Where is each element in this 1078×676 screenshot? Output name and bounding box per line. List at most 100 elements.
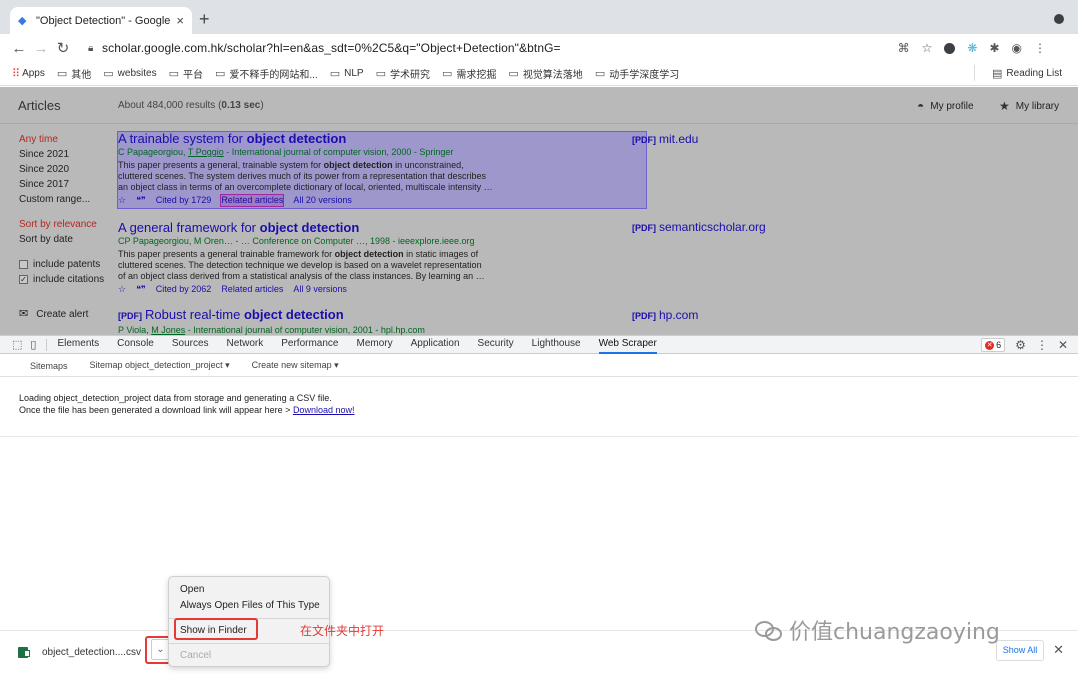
menu-open[interactable]: Open (169, 582, 329, 598)
result-actions: ☆ ❝❞ Cited by 1729 Related articles All … (118, 194, 638, 207)
bookmark-folder[interactable]: ▭ 需求挖掘 (442, 66, 496, 81)
close-shelf-icon[interactable]: ✕ (1053, 642, 1064, 658)
cite-quote-icon[interactable]: ❝❞ (136, 284, 146, 295)
bookmark-folder[interactable]: ▭ websites (103, 67, 156, 80)
download-item[interactable]: object_detection....csv (18, 641, 141, 663)
apps-grid-icon: ⠿ (12, 68, 20, 80)
menu-always-open[interactable]: Always Open Files of This Type (169, 598, 329, 614)
error-count-badge[interactable]: ✕ 6 (981, 338, 1006, 352)
related-articles-link[interactable]: Related articles (220, 194, 285, 207)
include-citations-row[interactable]: ✓ include citations (19, 272, 114, 287)
patents-checkbox[interactable] (19, 260, 28, 269)
include-patents-row[interactable]: include patents (19, 257, 114, 272)
new-tab-button[interactable]: + (199, 9, 210, 30)
browser-tab[interactable]: ◆ "Object Detection" - Google Sc × (10, 7, 192, 34)
folder-icon: ▭ (56, 68, 68, 80)
profile-avatar-icon[interactable]: ◉ (1012, 41, 1022, 55)
devtools-tab-sources[interactable]: Sources (172, 335, 209, 354)
extension-hex-icon[interactable]: ❋ (967, 41, 977, 55)
devtools-tab-web-scraper[interactable]: Web Scraper (598, 335, 657, 354)
url-text[interactable]: scholar.google.com.hk/scholar?hl=en&as_s… (102, 41, 561, 55)
filter-since-2020[interactable]: Since 2020 (19, 162, 114, 177)
translate-icon[interactable]: ⌘ (898, 41, 910, 55)
devtools-tab-network[interactable]: Network (227, 335, 264, 354)
versions-link[interactable]: All 9 versions (293, 284, 347, 295)
devtools-menu-icon[interactable]: ⋮ (1036, 338, 1048, 352)
devtools-tab-elements[interactable]: Elements (57, 335, 99, 354)
settings-gear-icon[interactable]: ⚙ (1015, 338, 1026, 352)
my-profile-link[interactable]: ◓ My profile (917, 99, 974, 113)
cite-quote-icon[interactable]: ❝❞ (136, 195, 146, 206)
folder-icon: ▭ (594, 68, 606, 80)
devtools-tab-security[interactable]: Security (478, 335, 514, 354)
devtools-tab-application[interactable]: Application (411, 335, 460, 354)
close-tab-icon[interactable]: × (176, 13, 184, 28)
cited-by-link[interactable]: Cited by 1729 (156, 195, 212, 206)
filter-since-2017[interactable]: Since 2017 (19, 177, 114, 192)
filter-any-time[interactable]: Any time (19, 132, 114, 147)
sort-date[interactable]: Sort by date (19, 232, 114, 247)
devtools-tab-memory[interactable]: Memory (356, 335, 392, 354)
window-menu-icon[interactable] (1054, 14, 1064, 24)
versions-link[interactable]: All 20 versions (293, 195, 352, 206)
bookmark-star-icon[interactable]: ☆ (922, 41, 933, 55)
extension-circle-icon[interactable] (944, 42, 956, 54)
pdf-side-link[interactable]: [PDF] hp.com (632, 308, 698, 322)
sitemap-dropdown[interactable]: Sitemap object_detection_project ▾ (90, 360, 230, 371)
device-toolbar-icon[interactable]: ▯ (30, 338, 36, 351)
filter-custom-range[interactable]: Custom range... (19, 192, 114, 207)
inspect-element-icon[interactable]: ⬚ (12, 338, 22, 351)
bookmark-folder[interactable]: ▭ 其他 (57, 66, 91, 81)
show-all-button[interactable]: Show All (996, 640, 1044, 661)
lock-icon[interactable]: 🔒︎ (88, 43, 102, 54)
cited-by-link[interactable]: Cited by 2062 (156, 284, 212, 295)
search-result: [PDF] Robust real-time object detection P… (118, 307, 638, 335)
bookmark-folder[interactable]: ▭ 平台 (169, 66, 203, 81)
filter-since-2021[interactable]: Since 2021 (19, 147, 114, 162)
save-star-icon[interactable]: ☆ (118, 284, 126, 295)
star-icon: ★ (999, 99, 1010, 113)
reading-list-button[interactable]: ▤ Reading List (974, 65, 1062, 81)
pdf-side-link[interactable]: [PDF] mit.edu (632, 132, 698, 146)
loading-message: Loading object_detection_project data fr… (19, 393, 332, 403)
create-alert-link[interactable]: ✉ Create alert (19, 307, 114, 322)
bookmark-folder[interactable]: ▭ 视觉算法落地 (508, 66, 582, 81)
devtools-tab-lighthouse[interactable]: Lighthouse (532, 335, 581, 354)
citations-checkbox[interactable]: ✓ (19, 275, 28, 284)
close-devtools-icon[interactable]: ✕ (1058, 338, 1068, 352)
error-icon: ✕ (985, 340, 995, 350)
folder-icon: ▭ (214, 68, 226, 80)
pdf-side-link[interactable]: [PDF] semanticscholar.org (632, 220, 766, 234)
devtools-tab-console[interactable]: Console (117, 335, 154, 354)
address-bar[interactable]: 🔒︎ scholar.google.com.hk/scholar?hl=en&a… (88, 37, 1048, 59)
save-star-icon[interactable]: ☆ (118, 195, 126, 206)
sitemaps-link[interactable]: Sitemaps (30, 361, 68, 371)
result-title[interactable]: A trainable system for object detection (118, 131, 638, 146)
folder-icon: ▭ (103, 68, 114, 80)
create-sitemap-dropdown[interactable]: Create new sitemap ▾ (252, 360, 339, 371)
bookmark-folder[interactable]: ▭ 学术研究 (376, 66, 430, 81)
devtools-tabbar: ⬚ ▯ Elements Console Sources Network Per… (0, 335, 1078, 354)
folder-icon: ▭ (442, 68, 453, 80)
my-library-link[interactable]: ★ My library (999, 99, 1059, 113)
result-title[interactable]: [PDF] Robust real-time object detection (118, 307, 638, 324)
result-authors: CP Papageorgiou, M Oren… - … Conference … (118, 236, 475, 246)
download-filename[interactable]: object_detection....csv (42, 647, 141, 658)
bookmark-apps[interactable]: ⠿ Apps (12, 67, 45, 80)
forward-icon[interactable]: → (30, 40, 52, 57)
search-result: A general framework for object detection… (118, 220, 638, 295)
sort-relevance[interactable]: Sort by relevance (19, 217, 114, 232)
kebab-menu-icon[interactable]: ⋮ (1034, 41, 1046, 55)
bookmark-folder[interactable]: ▭ NLP (330, 67, 364, 80)
devtools-tab-performance[interactable]: Performance (281, 335, 338, 354)
download-now-link[interactable]: Download now! (293, 405, 355, 415)
csv-file-icon (18, 646, 30, 658)
bookmark-folder[interactable]: ▭ 动手学深度学习 (595, 66, 679, 81)
extensions-puzzle-icon[interactable]: ✱ (989, 41, 999, 55)
tab-title: "Object Detection" - Google Sc (36, 14, 173, 27)
result-title[interactable]: A general framework for object detection (118, 220, 638, 235)
reload-icon[interactable]: ↻ (52, 39, 74, 57)
back-icon[interactable]: ← (8, 40, 30, 57)
related-articles-link[interactable]: Related articles (221, 284, 283, 295)
bookmark-folder[interactable]: ▭ 爱不释手的网站和... (215, 66, 318, 81)
